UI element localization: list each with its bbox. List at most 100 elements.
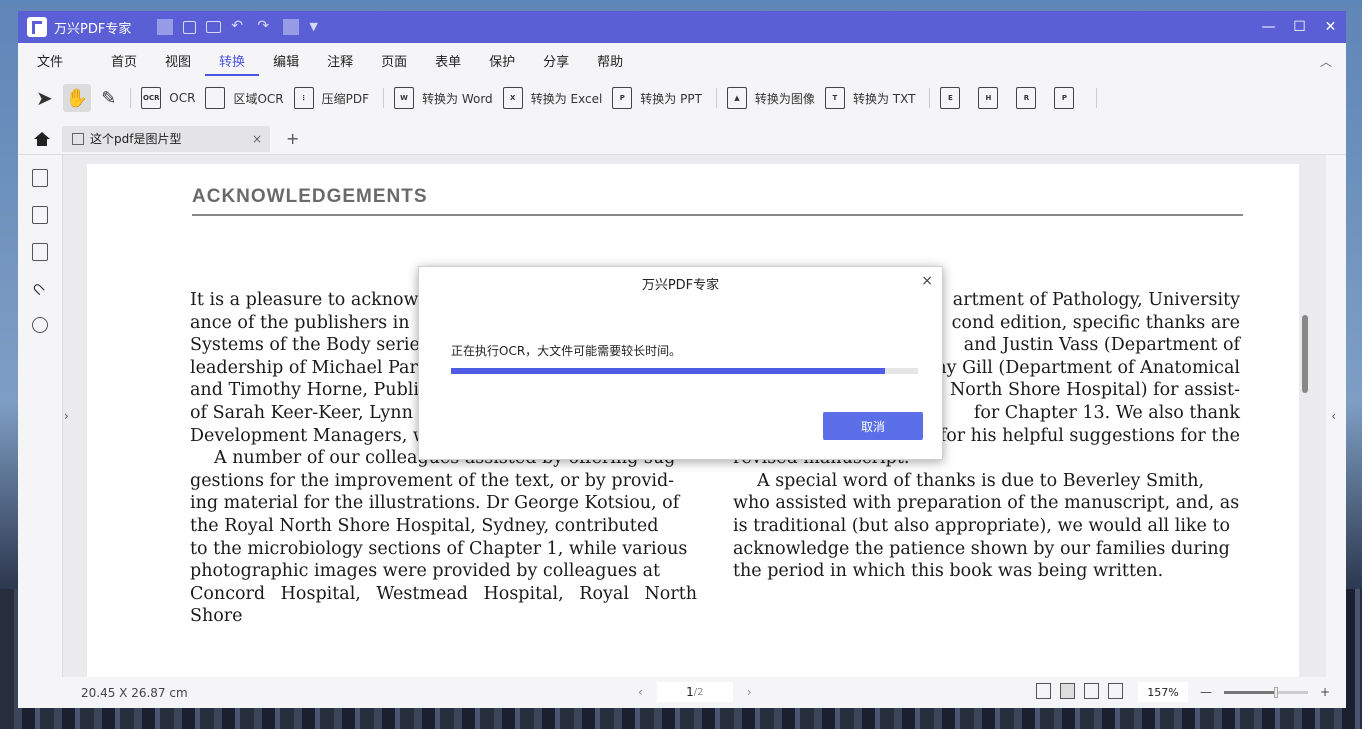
menu-convert[interactable]: 转换 [205, 51, 260, 76]
dialog-close-icon[interactable]: × [921, 273, 933, 289]
text-line: is traditional (but also appropriate), w… [733, 515, 1231, 536]
page-number-field[interactable]: 1/2 [656, 682, 733, 702]
area-ocr-button[interactable]: 区域OCR [205, 84, 284, 112]
view-mode-group [1036, 683, 1123, 699]
text-line: photographic images were provided by col… [190, 561, 661, 582]
excel-icon: X [502, 87, 523, 109]
text-line: who assisted with preparation of the man… [733, 493, 1240, 514]
cursor-icon: ➤ [36, 86, 53, 110]
current-page: 1 [686, 685, 694, 699]
to-excel-button[interactable]: X 转换为 Excel [502, 84, 602, 112]
prev-page-icon[interactable]: ‹ [638, 685, 643, 699]
cancel-button[interactable]: 取消 [823, 412, 923, 440]
zoom-level-field[interactable]: 157% [1138, 682, 1188, 702]
txt-icon: T [824, 87, 845, 109]
to-html-button[interactable]: H [978, 84, 1006, 112]
expand-left-panel-icon[interactable]: › [64, 409, 69, 423]
edit-tool[interactable]: ✎ [101, 84, 116, 112]
text-line: Concord Hospital, Westmead Hospital, Roy… [190, 583, 697, 627]
collapse-ribbon-icon[interactable]: ︿ [1320, 53, 1332, 70]
hand-tool[interactable]: ✋ [62, 84, 92, 112]
minimize-button[interactable]: — [1253, 11, 1284, 43]
single-page-view-icon[interactable] [1036, 683, 1051, 699]
menu-bar: 文件 首页 视图 转换 编辑 注释 页面 表单 保护 分享 帮助 [18, 43, 1346, 77]
to-word-button[interactable]: W 转换为 Word [394, 84, 493, 112]
zoom-controls: 157% — + [1138, 682, 1330, 702]
to-txt-label: 转换为 TXT [852, 91, 916, 106]
continuous-view-icon[interactable] [1060, 683, 1075, 699]
save-icon[interactable] [183, 20, 197, 34]
menu-view[interactable]: 视图 [151, 51, 205, 70]
pdfa-icon: P [1054, 87, 1075, 109]
to-ppt-button[interactable]: P 转换为 PPT [612, 84, 702, 112]
thumbnails-icon[interactable] [32, 169, 48, 187]
ocr-progress-bar [451, 368, 918, 374]
compress-pdf-button[interactable]: ⋮ 压缩PDF [293, 84, 370, 112]
menu-help[interactable]: 帮助 [583, 51, 637, 70]
ocr-icon: OCR [141, 87, 162, 109]
grid-view-icon[interactable] [1108, 683, 1123, 699]
bookmark-icon[interactable] [32, 206, 48, 224]
menu-page[interactable]: 页面 [367, 51, 421, 70]
customize-dropdown-icon[interactable]: ▼ [309, 19, 325, 35]
image-icon: ▲ [726, 87, 747, 109]
menu-file[interactable]: 文件 [23, 51, 77, 70]
divider [929, 88, 931, 108]
page-navigator: ‹ 1/2 › [638, 682, 752, 702]
document-tab-bar: 这个pdf是图片型 × + [18, 123, 1346, 155]
area-ocr-label: 区域OCR [233, 91, 284, 106]
to-pdfa-button[interactable]: P [1054, 84, 1082, 112]
menu-protect[interactable]: 保护 [475, 51, 529, 70]
compress-label: 压缩PDF [321, 91, 370, 106]
dialog-message: 正在执行OCR，大文件可能需要较长时间。 [451, 344, 682, 358]
select-tool[interactable]: ➤ [36, 84, 53, 112]
text-line: A special word of thanks is due to Bever… [757, 470, 1205, 491]
to-image-button[interactable]: ▲ 转换为图像 [726, 84, 815, 112]
attachment-icon[interactable]: ⊂ [27, 277, 52, 301]
dialog-title: 万兴PDF专家 [641, 278, 720, 293]
heading-rule [192, 214, 1243, 216]
to-rtf-button[interactable]: R [1016, 84, 1044, 112]
search-icon[interactable] [32, 317, 48, 333]
pdf-file-icon [72, 132, 84, 145]
ocr-button[interactable]: OCR OCR [141, 84, 195, 112]
print-icon[interactable] [206, 21, 222, 33]
close-tab-icon[interactable]: × [252, 132, 262, 146]
zoom-slider-knob[interactable] [1274, 686, 1279, 698]
divider [1096, 88, 1098, 108]
document-tab[interactable]: 这个pdf是图片型 × [62, 125, 270, 152]
to-image-label: 转换为图像 [754, 91, 815, 106]
total-pages: /2 [693, 686, 704, 698]
menu-edit[interactable]: 编辑 [259, 51, 313, 70]
text-line: acknowledge the patience shown by our fa… [733, 538, 1230, 559]
redo-icon[interactable]: ↷ [257, 19, 273, 35]
menu-home[interactable]: 首页 [97, 51, 151, 70]
convert-toolbar: ➤ ✋ ✎ OCR OCR 区域OCR ⋮ 压缩PDF W 转换为 Word X 转换为… [18, 79, 1346, 117]
maximize-button[interactable]: ☐ [1284, 11, 1315, 43]
close-window-button[interactable]: ✕ [1315, 11, 1346, 43]
menu-share[interactable]: 分享 [529, 51, 583, 70]
divider [283, 19, 300, 35]
two-page-view-icon[interactable] [1084, 683, 1099, 699]
expand-right-panel-icon[interactable]: ‹ [1331, 409, 1336, 423]
new-tab-button[interactable]: + [286, 129, 299, 148]
divider [715, 88, 717, 108]
menu-comment[interactable]: 注释 [313, 51, 367, 70]
zoom-slider[interactable] [1224, 686, 1308, 698]
vertical-scrollbar[interactable] [1302, 315, 1308, 393]
comments-icon[interactable] [32, 243, 48, 261]
app-logo-icon [27, 17, 47, 37]
zoom-out-button[interactable]: — [1200, 685, 1212, 699]
next-page-icon[interactable]: › [747, 685, 752, 699]
epub-icon: E [940, 87, 961, 109]
undo-icon[interactable]: ↶ [231, 19, 247, 35]
home-icon[interactable] [34, 131, 50, 146]
to-ppt-label: 转换为 PPT [640, 91, 702, 106]
to-txt-button[interactable]: T 转换为 TXT [824, 84, 916, 112]
to-epub-button[interactable]: E [940, 84, 968, 112]
menu-form[interactable]: 表单 [421, 51, 475, 70]
rtf-icon: R [1016, 87, 1037, 109]
zoom-in-button[interactable]: + [1320, 685, 1330, 699]
ocr-progress-dialog: 万兴PDF专家 × 正在执行OCR，大文件可能需要较长时间。 取消 [418, 266, 943, 460]
divider [157, 19, 174, 35]
